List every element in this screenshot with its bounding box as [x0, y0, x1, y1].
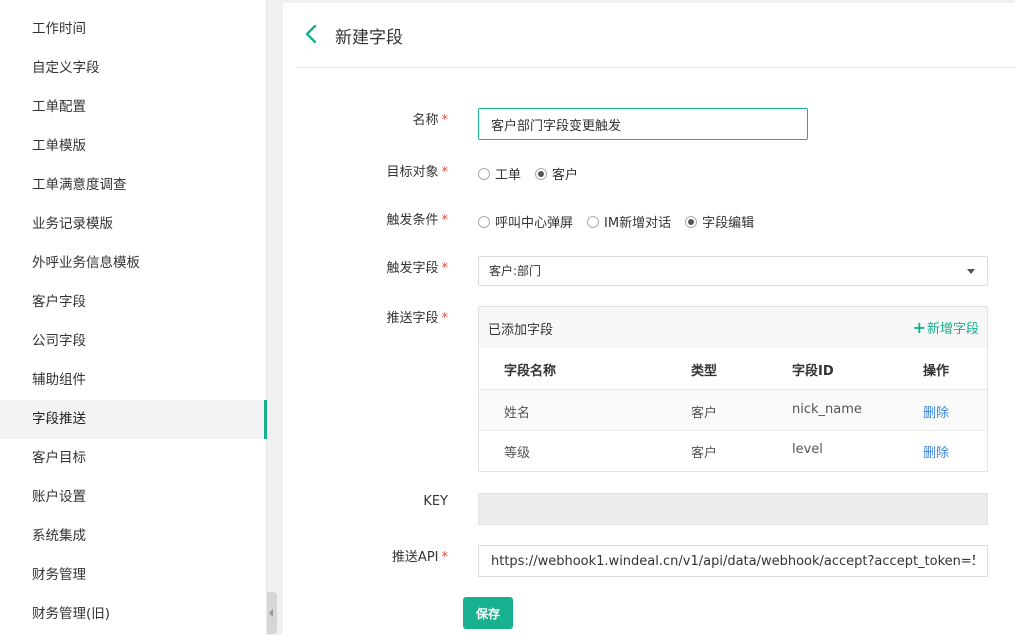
target-label: 目标对象 *: [386, 165, 449, 180]
required-mark: *: [441, 550, 449, 565]
cell-type: 客户: [691, 406, 718, 421]
plus-icon: +: [912, 318, 926, 337]
cell-field-id: nick_name: [792, 402, 862, 417]
add-field-button[interactable]: +新增字段: [913, 318, 979, 337]
added-fields-label: 已添加字段: [488, 323, 554, 338]
sidebar-item-customer-field[interactable]: 客户字段: [0, 283, 267, 322]
sidebar-item-ticket-template[interactable]: 工单模版: [0, 127, 267, 166]
main-panel: 新建字段 名称* 目标对象* 工单 客户 触发条件* 呼叫中心弹屏 IM新增对话…: [283, 3, 1015, 635]
cell-type: 客户: [691, 446, 718, 461]
table-row: 姓名 客户 nick_name 删除: [479, 390, 987, 430]
sidebar-item-customer-goal[interactable]: 客户目标: [0, 439, 267, 478]
target-radio-group: 工单 客户: [478, 164, 592, 183]
push-fields-table: 已添加字段 +新增字段 字段名称 类型 字段ID 操作 姓名 客户 nick_n…: [478, 306, 988, 472]
cell-field-name: 姓名: [504, 406, 531, 421]
sidebar-item-aux-component[interactable]: 辅助组件: [0, 361, 267, 400]
radio-checked-icon: [685, 215, 698, 228]
col-header-field-id: 字段ID: [792, 364, 834, 379]
radio-icon: [587, 215, 600, 228]
target-option-customer[interactable]: 客户: [535, 164, 578, 183]
key-label: KEY: [423, 494, 448, 509]
page-header: 新建字段: [283, 3, 1015, 67]
sidebar-item-finance-old[interactable]: 财务管理(旧): [0, 595, 267, 634]
chevron-left-icon: [269, 609, 273, 617]
name-label: 名称 *: [412, 113, 449, 128]
target-option-ticket[interactable]: 工单: [478, 164, 521, 183]
page-title: 新建字段: [335, 28, 403, 48]
sidebar-collapse-handle[interactable]: [267, 592, 277, 634]
required-mark: *: [441, 261, 449, 276]
sidebar-item-custom-field[interactable]: 自定义字段: [0, 49, 267, 88]
trigger-field-select[interactable]: 客户:部门: [478, 256, 988, 286]
header-divider: [297, 67, 1015, 68]
col-header-type: 类型: [691, 364, 718, 379]
col-header-field-name: 字段名称: [504, 364, 557, 379]
radio-checked-icon: [535, 167, 548, 180]
name-input[interactable]: [478, 108, 808, 140]
required-mark: *: [441, 165, 449, 180]
sidebar-item-outbound-info-template[interactable]: 外呼业务信息模板: [0, 244, 267, 283]
sidebar-item-company-field[interactable]: 公司字段: [0, 322, 267, 361]
sidebar-item-ticket-survey[interactable]: 工单满意度调查: [0, 166, 267, 205]
required-mark: *: [441, 213, 449, 228]
col-header-action: 操作: [923, 364, 950, 379]
radio-icon: [478, 215, 490, 228]
trigger-option-im-new-chat[interactable]: IM新增对话: [587, 212, 671, 231]
sidebar-item-field-push[interactable]: 字段推送: [0, 400, 267, 439]
delete-link[interactable]: 删除: [923, 402, 949, 421]
push-fields-label: 推送字段 *: [386, 311, 449, 326]
trigger-option-field-edit[interactable]: 字段编辑: [685, 212, 754, 231]
api-label: 推送API *: [391, 550, 449, 565]
sidebar-item-account-settings[interactable]: 账户设置: [0, 478, 267, 517]
radio-icon: [478, 167, 490, 180]
trigger-label: 触发条件 *: [386, 213, 449, 228]
sidebar-item-finance[interactable]: 财务管理: [0, 556, 267, 595]
save-button[interactable]: 保存: [463, 597, 513, 629]
sidebar-item-work-time[interactable]: 工作时间: [0, 10, 267, 49]
caret-down-icon: [967, 269, 975, 274]
required-mark: *: [441, 113, 449, 128]
trigger-field-label: 触发字段 *: [386, 261, 449, 276]
api-input[interactable]: [478, 545, 988, 577]
push-fields-header: 已添加字段 +新增字段: [479, 307, 987, 348]
required-mark: *: [441, 311, 449, 326]
trigger-option-call-popup[interactable]: 呼叫中心弹屏: [478, 212, 573, 231]
sidebar-item-ticket-config[interactable]: 工单配置: [0, 88, 267, 127]
delete-link[interactable]: 删除: [923, 442, 949, 461]
key-input: [478, 493, 988, 525]
table-row: 等级 客户 level 删除: [479, 431, 987, 471]
trigger-radio-group: 呼叫中心弹屏 IM新增对话 字段编辑: [478, 212, 768, 231]
sidebar-item-system-integration[interactable]: 系统集成: [0, 517, 267, 556]
sidebar: 工作时间 自定义字段 工单配置 工单模版 工单满意度调查 业务记录模版 外呼业务…: [0, 0, 267, 635]
trigger-field-value: 客户:部门: [489, 264, 542, 278]
cell-field-id: level: [792, 442, 823, 457]
back-arrow-icon[interactable]: [301, 24, 321, 44]
sidebar-item-business-record-template[interactable]: 业务记录模版: [0, 205, 267, 244]
cell-field-name: 等级: [504, 446, 531, 461]
